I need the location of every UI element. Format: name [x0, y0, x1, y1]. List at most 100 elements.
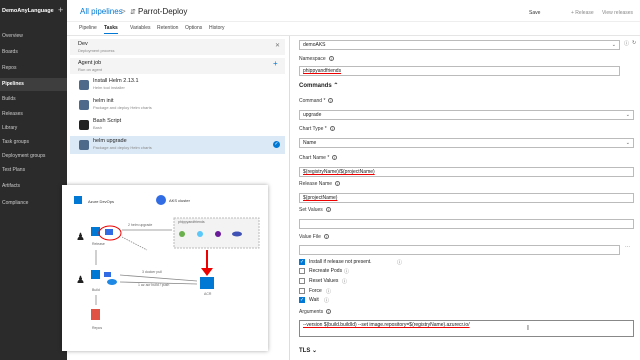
- browse-button[interactable]: ···: [625, 244, 630, 250]
- nav-item-artifacts[interactable]: Artifacts: [0, 180, 67, 193]
- task-item-selected[interactable]: helm upgrade Package and deploy Helm cha…: [70, 136, 285, 154]
- check-icon: ✓: [273, 141, 280, 148]
- checkbox-force[interactable]: [299, 288, 305, 294]
- info-icon: i: [328, 98, 334, 104]
- namespace-field[interactable]: phippyandfriends: [299, 66, 620, 76]
- helm-icon: [79, 100, 89, 110]
- task-subtitle: Bash: [93, 125, 103, 130]
- kubernetes-connection-select[interactable]: demoAKS ⌄: [299, 40, 620, 50]
- person-icon: ♟: [76, 232, 85, 243]
- set-values-field[interactable]: [299, 219, 634, 229]
- command-value: upgrade: [303, 112, 322, 118]
- chart-name-value: $(registryName)/$(projectName): [303, 169, 375, 175]
- info-icon[interactable]: ⓘ: [344, 268, 349, 275]
- command-select[interactable]: upgrade ⌄: [299, 110, 634, 120]
- tab-pipeline[interactable]: Pipeline: [79, 25, 97, 31]
- azure-devops-icon: [74, 196, 82, 204]
- chart-name-label: Chart Name * i: [299, 155, 338, 161]
- checkbox-recreate-pods[interactable]: [299, 268, 305, 274]
- breadcrumb-separator: >: [121, 7, 126, 16]
- nav-item-builds[interactable]: Builds: [0, 93, 67, 106]
- kubernetes-icon: [156, 195, 166, 205]
- release-name-label: Release Name i: [299, 181, 341, 187]
- tab-retention[interactable]: Retention: [157, 25, 178, 31]
- info-icon: i: [332, 155, 338, 161]
- aks-label: AKS cluster: [169, 198, 191, 203]
- chart-type-select[interactable]: Name ⌄: [299, 138, 634, 148]
- task-subtitle: Package and deploy Helm charts: [93, 145, 152, 150]
- task-title: Install Helm 2.13.1: [93, 78, 139, 84]
- task-item[interactable]: helm init Package and deploy Helm charts: [70, 96, 285, 114]
- task-title: helm upgrade: [93, 138, 127, 144]
- nav-item-library[interactable]: Library: [0, 122, 67, 135]
- namespace-value: phippyandfriends: [303, 68, 342, 74]
- job-title: Agent job: [78, 60, 102, 66]
- release-name-field[interactable]: $(projectName): [299, 193, 634, 203]
- release-icon: [91, 227, 100, 236]
- build-icon: [91, 270, 100, 279]
- nav-item-pipelines[interactable]: Pipelines: [0, 78, 67, 91]
- value-file-field[interactable]: [299, 245, 620, 255]
- acr-icon: [200, 277, 214, 289]
- task-item[interactable]: Bash Script Bash: [70, 116, 285, 134]
- stage-title: Dev: [78, 41, 88, 47]
- release-label: Release: [92, 242, 105, 246]
- tab-tasks[interactable]: Tasks: [104, 25, 118, 34]
- info-icon[interactable]: ⓘ: [397, 259, 402, 266]
- nav-item-task-groups[interactable]: Task groups: [0, 136, 67, 149]
- tab-options[interactable]: Options: [185, 25, 202, 31]
- agent-job[interactable]: Agent job Run on agent +: [70, 58, 285, 74]
- arguments-label: Arguments i: [299, 309, 332, 315]
- info-icon[interactable]: ⓘ: [624, 40, 629, 47]
- view-releases-button[interactable]: View releases: [602, 10, 633, 16]
- checkbox-label: Recreate Pods: [309, 268, 343, 274]
- close-icon[interactable]: ✕: [275, 42, 280, 49]
- nav-item-releases[interactable]: Releases: [0, 108, 67, 121]
- nav-item-deployment-groups[interactable]: Deployment groups: [0, 150, 67, 163]
- helm-icon: [79, 80, 89, 90]
- architecture-diagram: Azure DevOps AKS cluster phippyandfriend…: [62, 185, 268, 351]
- docker-pull-label: 3 docker pull: [142, 270, 162, 274]
- nav-item-boards[interactable]: Boards: [0, 46, 67, 59]
- tab-history[interactable]: History: [209, 25, 225, 31]
- azure-devops-label: Azure DevOps: [88, 199, 114, 204]
- save-button[interactable]: Save: [529, 10, 540, 16]
- info-icon[interactable]: ⓘ: [326, 288, 331, 295]
- add-icon[interactable]: +: [58, 6, 63, 15]
- repo-icon: [91, 309, 100, 320]
- arguments-field[interactable]: --version $(build.buildId) --set image.r…: [299, 320, 634, 337]
- commands-section-header[interactable]: Commands ⌃: [299, 82, 338, 89]
- chart-name-field[interactable]: $(registryName)/$(projectName): [299, 167, 634, 177]
- add-task-icon[interactable]: +: [273, 59, 278, 68]
- checkbox-reset-values[interactable]: [299, 278, 305, 284]
- namespace-label: phippyandfriends: [178, 220, 205, 224]
- release-button[interactable]: + Release: [571, 10, 594, 16]
- bash-icon: [79, 120, 89, 130]
- tab-variables[interactable]: Variables: [130, 25, 150, 31]
- stage-header[interactable]: Dev Deployment process ✕: [70, 39, 285, 55]
- nav-item-compliance[interactable]: Compliance: [0, 197, 67, 210]
- task-title: helm init: [93, 98, 114, 104]
- nav-item-test-plans[interactable]: Test Plans: [0, 164, 67, 177]
- project-name[interactable]: DemoAnyLanguage: [2, 8, 54, 14]
- arrow-dashed: [121, 236, 148, 251]
- checkbox-install[interactable]: ✓: [299, 259, 305, 265]
- breadcrumb-all-pipelines[interactable]: All pipelines: [80, 7, 123, 16]
- checkbox-label: Install if release not present.: [309, 259, 372, 265]
- nav-item-repos[interactable]: Repos: [0, 62, 67, 75]
- set-values-label: Set Values i: [299, 207, 331, 213]
- checkbox-label: Force: [309, 288, 322, 294]
- arguments-value: --version $(build.buildId) --set image.r…: [303, 322, 470, 328]
- stage-subtitle: Deployment process: [78, 48, 115, 53]
- task-item[interactable]: Install Helm 2.13.1 Helm tool installer: [70, 76, 285, 94]
- info-icon[interactable]: ⓘ: [342, 278, 347, 285]
- checkbox-wait[interactable]: ✓: [299, 297, 305, 303]
- tls-section-header[interactable]: TLS ⌄: [299, 347, 317, 354]
- info-icon[interactable]: ⓘ: [324, 297, 329, 304]
- checkbox-label: Reset Values: [309, 278, 339, 284]
- nav-item-overview[interactable]: Overview: [0, 30, 67, 43]
- refresh-icon[interactable]: ↻: [632, 40, 636, 46]
- chevron-down-icon: ⌄: [611, 42, 616, 48]
- docker-icon: [107, 279, 117, 285]
- pipeline-icon: ⇵: [130, 9, 136, 16]
